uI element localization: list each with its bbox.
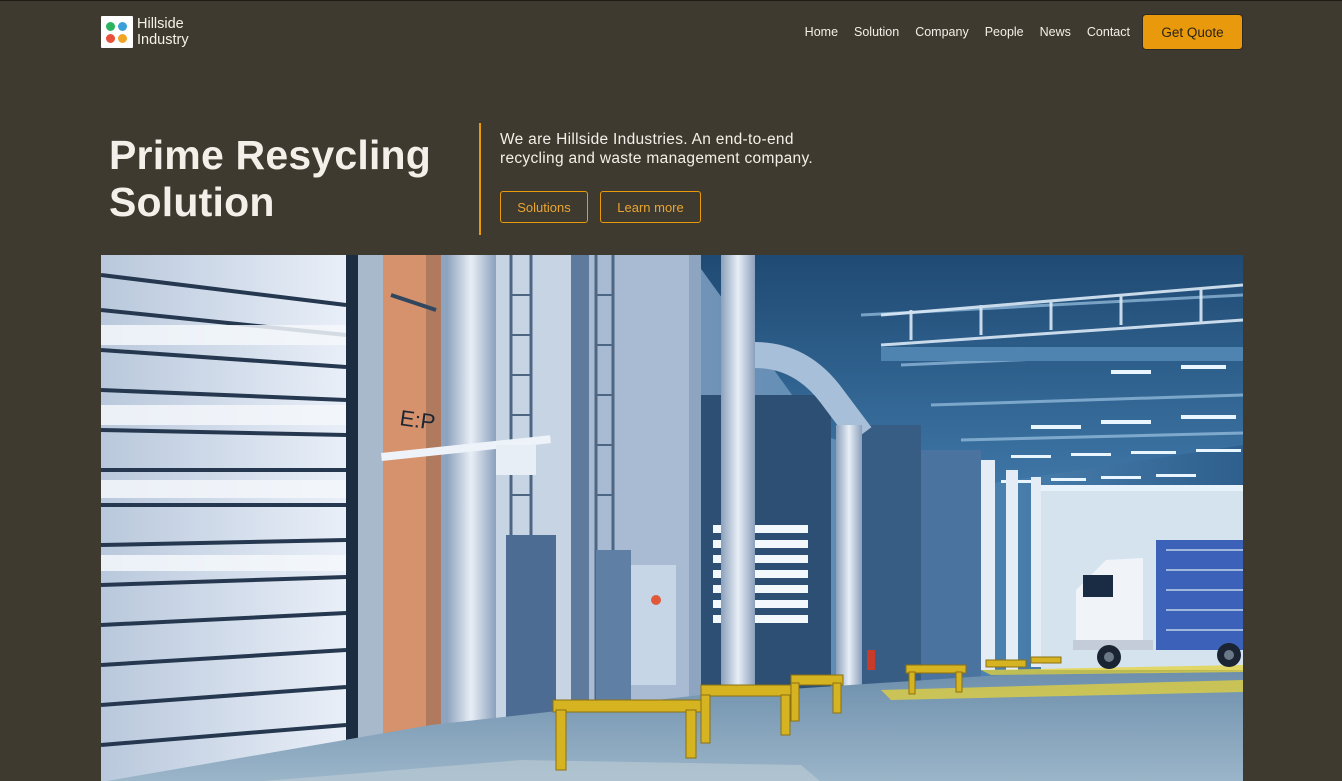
hero-title-line2: Solution — [109, 179, 275, 225]
hero-title-line1: Prime Resycling — [109, 132, 432, 178]
wall-sign-text: E:P — [398, 405, 437, 435]
hero-title: Prime Resycling Solution — [109, 132, 431, 226]
brand-logo[interactable]: Hillside Industry — [101, 16, 189, 48]
logo-dot-green — [106, 22, 115, 31]
nav-item-company[interactable]: Company — [915, 25, 969, 39]
nav-item-people[interactable]: People — [985, 25, 1024, 39]
brand-name: Hillside Industry — [137, 16, 189, 48]
hero-description-line1: We are Hillside Industries. An end-to-en… — [500, 131, 794, 148]
get-quote-button[interactable]: Get Quote — [1142, 14, 1243, 50]
logo-dot-blue — [118, 22, 127, 31]
main-nav: Home Solution Company People News Contac… — [805, 25, 1130, 39]
nav-item-solution[interactable]: Solution — [854, 25, 899, 39]
nav-item-home[interactable]: Home — [805, 25, 838, 39]
hero-description: We are Hillside Industries. An end-to-en… — [500, 131, 860, 168]
logo-dot-orange — [118, 34, 127, 43]
brand-name-line1: Hillside — [137, 16, 184, 32]
hero-description-line2: recycling and waste management company. — [500, 149, 813, 167]
nav-item-contact[interactable]: Contact — [1087, 25, 1130, 39]
logo-icon — [101, 16, 133, 48]
logo-dot-red — [106, 34, 115, 43]
hero-warehouse-image: E:P — [101, 255, 1243, 781]
hero-divider — [479, 123, 481, 235]
solutions-button[interactable]: Solutions — [500, 191, 588, 223]
nav-item-news[interactable]: News — [1040, 25, 1071, 39]
brand-name-line2: Industry — [137, 32, 189, 48]
learn-more-button[interactable]: Learn more — [600, 191, 701, 223]
